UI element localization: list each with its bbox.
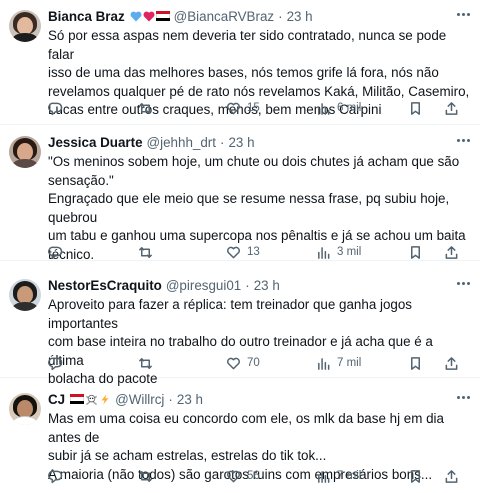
bookmark-icon <box>411 356 420 370</box>
share-button[interactable] <box>444 99 459 117</box>
reply-icon <box>48 357 63 370</box>
reply-button[interactable] <box>48 467 69 485</box>
views-button[interactable]: 7 mil <box>316 354 361 372</box>
egypt-flag-icon <box>155 11 170 21</box>
user-handle[interactable]: @jehhh_drt <box>147 135 216 150</box>
views-button[interactable]: 7 mil <box>316 467 361 485</box>
view-count: 7 mil <box>337 470 362 482</box>
action-bar: 13 3 mil <box>48 243 472 261</box>
views-chart-icon <box>318 246 330 259</box>
name-emojis <box>130 11 170 22</box>
display-name[interactable]: CJ <box>48 392 65 407</box>
red-heart-icon <box>143 11 155 21</box>
heart-icon <box>227 102 240 114</box>
reply-icon <box>48 470 63 483</box>
avatar[interactable] <box>9 393 41 425</box>
like-count: 70 <box>247 357 260 369</box>
views-button[interactable]: 6 mil <box>316 99 361 117</box>
user-handle[interactable]: @piresgui01 <box>166 278 241 293</box>
separator-dot: · <box>245 277 250 293</box>
retweet-icon <box>139 102 152 114</box>
share-button[interactable] <box>444 467 459 485</box>
reply-feed: Bianca Braz @BiancaRVBraz · 23 h Só por … <box>0 0 480 493</box>
bookmark-button[interactable] <box>408 243 423 261</box>
more-options-icon[interactable] <box>452 275 474 291</box>
avatar[interactable] <box>9 10 41 42</box>
retweet-icon <box>139 246 152 258</box>
retweet-icon <box>139 470 152 482</box>
lightning-icon <box>101 393 109 405</box>
tweet-4[interactable]: CJ @Willrcj · 23 h Mas em uma coisa eu c… <box>0 383 480 493</box>
more-options-icon[interactable] <box>452 6 474 22</box>
action-bar: 15 6 mil <box>48 99 472 117</box>
share-icon <box>445 356 458 370</box>
like-button[interactable]: 15 <box>226 99 260 117</box>
share-button[interactable] <box>444 354 459 372</box>
retweet-button[interactable] <box>138 243 159 261</box>
like-count: 13 <box>247 246 260 258</box>
bookmark-button[interactable] <box>408 99 423 117</box>
action-bar: 70 7 mil <box>48 354 472 372</box>
more-options-icon[interactable] <box>452 132 474 148</box>
view-count: 7 mil <box>337 357 362 369</box>
bookmark-icon <box>411 469 420 483</box>
name-emojis <box>70 393 111 406</box>
heart-icon <box>227 246 240 258</box>
retweet-button[interactable] <box>138 354 159 372</box>
like-button[interactable]: 70 <box>226 354 260 372</box>
more-options-icon[interactable] <box>452 389 474 405</box>
tweet-2[interactable]: Jessica Duarte @jehhh_drt · 23 h "Os men… <box>0 126 480 262</box>
reply-icon <box>48 246 63 259</box>
bookmark-icon <box>411 245 420 259</box>
share-icon <box>445 101 458 115</box>
tweet-text: Aproveito para fazer a réplica: tem trei… <box>48 297 433 386</box>
view-count: 6 mil <box>337 102 362 114</box>
share-icon <box>445 245 458 259</box>
timestamp[interactable]: 23 h <box>228 135 254 150</box>
share-icon <box>445 469 458 483</box>
reply-button[interactable] <box>48 99 69 117</box>
like-button[interactable]: 13 <box>226 243 260 261</box>
like-button[interactable]: 56 <box>226 467 260 485</box>
retweet-icon <box>139 357 152 369</box>
reply-button[interactable] <box>48 243 69 261</box>
action-bar: 56 7 mil <box>48 467 472 485</box>
heart-icon <box>227 470 240 482</box>
views-chart-icon <box>318 102 330 115</box>
display-name[interactable]: Jessica Duarte <box>48 135 143 150</box>
user-handle[interactable]: @BiancaRVBraz <box>174 9 274 24</box>
avatar[interactable] <box>9 136 41 168</box>
separator-dot: · <box>168 391 173 407</box>
timestamp[interactable]: 23 h <box>287 9 313 24</box>
reply-button[interactable] <box>48 354 69 372</box>
blue-heart-icon <box>130 11 142 21</box>
display-name[interactable]: Bianca Braz <box>48 9 125 24</box>
timestamp[interactable]: 23 h <box>177 392 203 407</box>
heart-icon <box>227 357 240 369</box>
views-chart-icon <box>318 357 330 370</box>
separator-dot: · <box>278 8 283 24</box>
reply-icon <box>48 102 63 115</box>
timestamp[interactable]: 23 h <box>254 278 280 293</box>
display-name[interactable]: NestorEsCraquito <box>48 278 162 293</box>
avatar[interactable] <box>9 279 41 311</box>
user-handle[interactable]: @Willrcj <box>115 392 164 407</box>
view-count: 3 mil <box>337 246 362 258</box>
bookmark-button[interactable] <box>408 354 423 372</box>
share-button[interactable] <box>444 243 459 261</box>
like-count: 56 <box>247 470 260 482</box>
bookmark-button[interactable] <box>408 467 423 485</box>
bookmark-icon <box>411 101 420 115</box>
views-button[interactable]: 3 mil <box>316 243 361 261</box>
retweet-button[interactable] <box>138 467 159 485</box>
egypt-flag-icon <box>70 394 85 404</box>
views-chart-icon <box>318 470 330 483</box>
tweet-1[interactable]: Bianca Braz @BiancaRVBraz · 23 h Só por … <box>0 0 480 125</box>
tweet-3[interactable]: NestorEsCraquito @piresgui01 · 23 h Apro… <box>0 269 480 386</box>
skull-crossbones-icon <box>86 394 98 405</box>
separator-dot: · <box>219 134 225 150</box>
like-count: 15 <box>247 102 260 114</box>
retweet-button[interactable] <box>138 99 159 117</box>
